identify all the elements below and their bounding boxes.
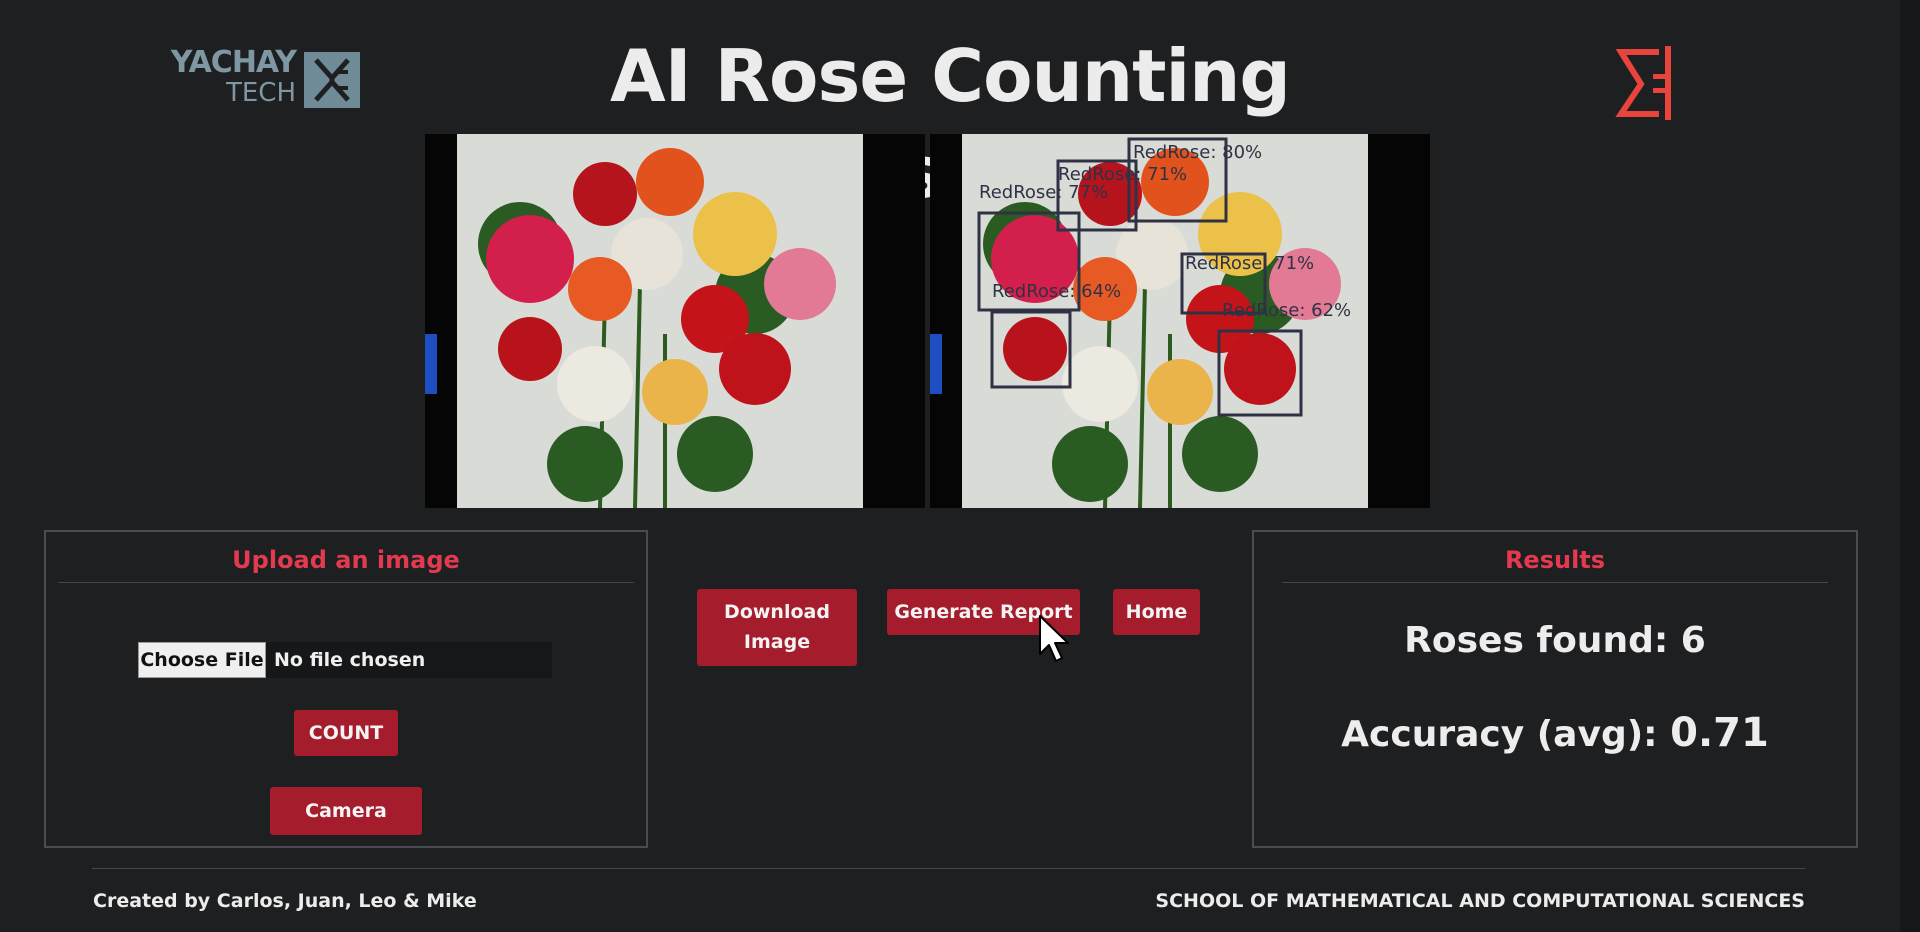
page-edge-strip (1900, 0, 1920, 932)
mouse-cursor-icon (1038, 614, 1074, 666)
camera-button[interactable]: Camera (270, 787, 422, 835)
roses-found-text: Roses found: 6 (1404, 620, 1706, 661)
file-input[interactable]: Choose File No file chosen (138, 642, 552, 678)
footer-divider (92, 868, 1805, 869)
detection-label: RedRose: 80% (1133, 142, 1262, 163)
results-divider (1282, 582, 1828, 583)
detection-label: RedRose: 62% (1222, 300, 1351, 321)
logo-mark-icon (304, 52, 360, 108)
results-title: Results (1504, 546, 1606, 574)
file-status-text: No file chosen (274, 649, 426, 671)
detection-label: RedRose: 71% (1185, 253, 1314, 274)
upload-title: Upload an image (232, 546, 460, 574)
accuracy-text: Accuracy (avg): 0.71 (1254, 710, 1856, 756)
results-panel: Results Roses found: 6 Accuracy (avg): 0… (1252, 530, 1858, 848)
home-button[interactable]: Home (1113, 589, 1200, 635)
sigma-logo-icon (1615, 44, 1675, 124)
original-roses-image (425, 134, 925, 508)
detected-roses-image: RedRose: 80% RedRose: 71% RedRose: 77% RedR… (930, 134, 1430, 508)
choose-file-button[interactable]: Choose File (138, 642, 266, 678)
logo-line2: TECH (225, 78, 296, 108)
accuracy-label: Accuracy (avg): (1341, 714, 1658, 755)
accuracy-value: 0.71 (1670, 710, 1769, 756)
footer-school: SCHOOL OF MATHEMATICAL AND COMPUTATIONAL… (1155, 890, 1805, 912)
detection-label: RedRose: 64% (992, 281, 1121, 302)
count-button[interactable]: COUNT (294, 710, 398, 756)
detection-label: RedRose: 77% (979, 182, 1108, 203)
upload-divider (58, 582, 634, 583)
upload-panel: Upload an image Choose File No file chos… (44, 530, 648, 848)
download-label-line1: Download (724, 601, 830, 623)
footer-credits: Created by Carlos, Juan, Leo & Mike (93, 890, 477, 912)
yachay-tech-logo: YACHAY TECH (148, 48, 363, 110)
download-label-line2: Image (743, 631, 811, 653)
download-image-button[interactable]: Download Image (697, 589, 857, 666)
logo-line1: YACHAY (170, 45, 297, 80)
